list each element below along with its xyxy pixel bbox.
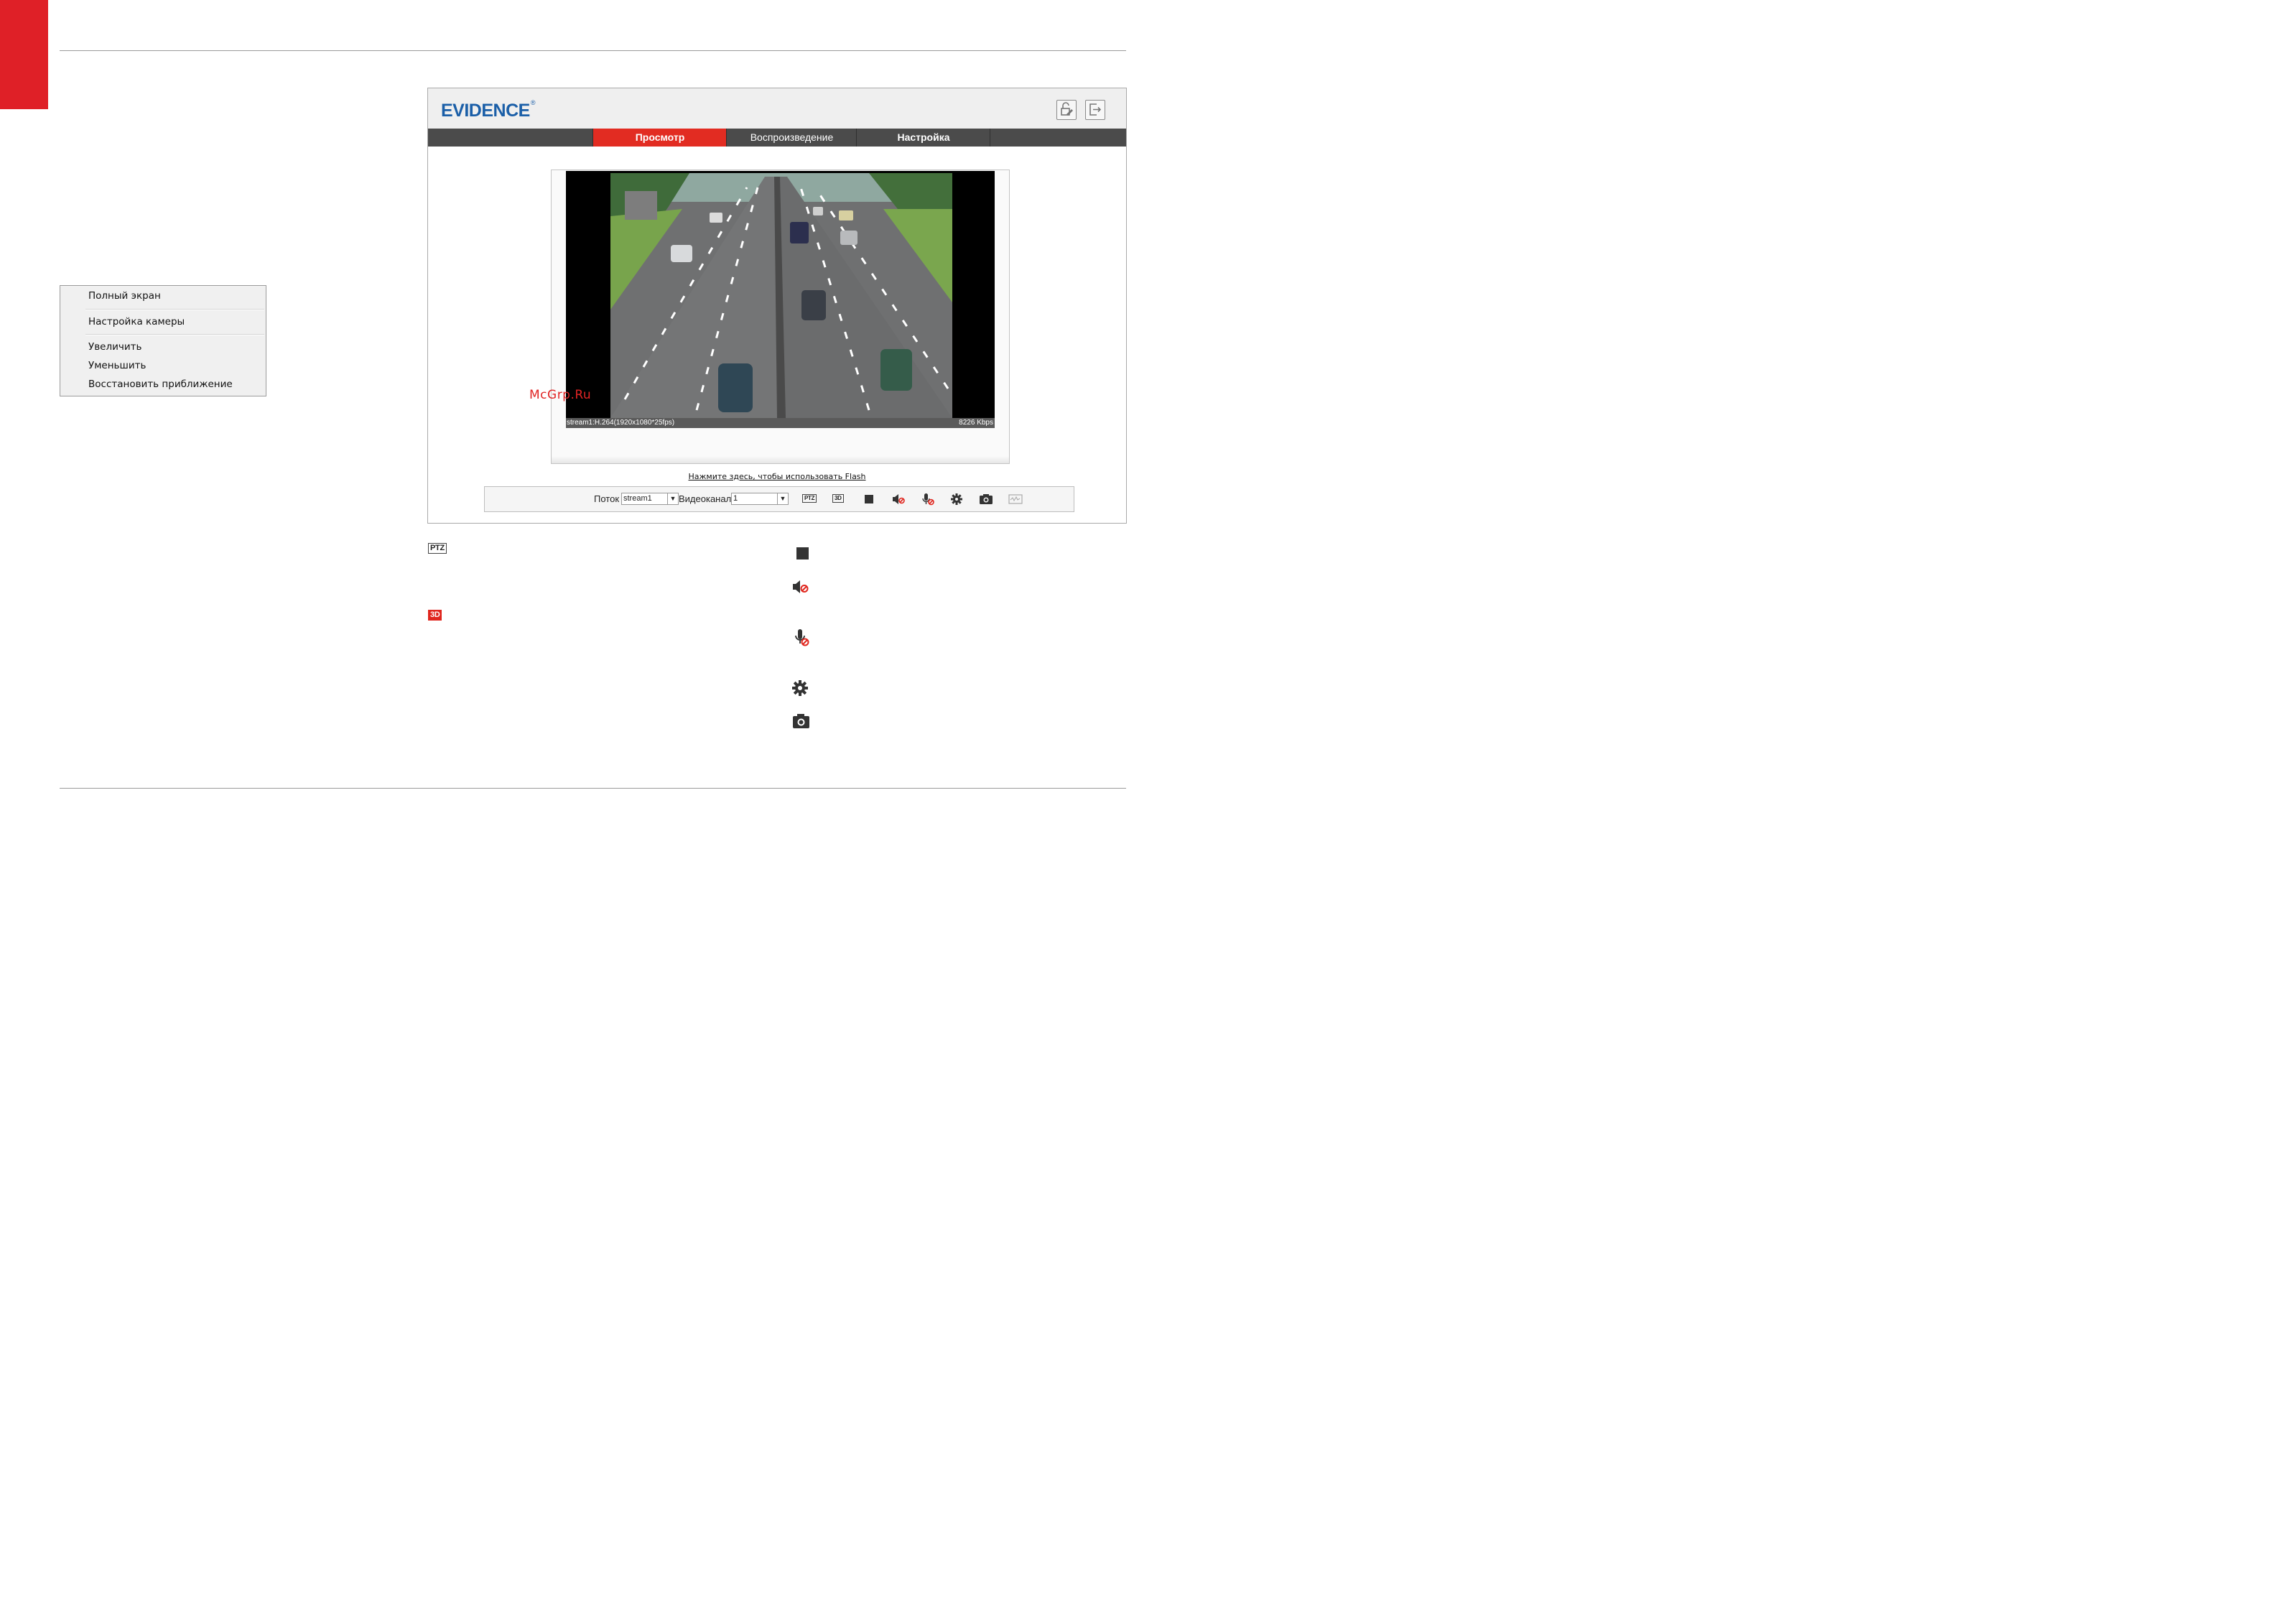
menu-item-zoom-in[interactable]: Увеличить [88,341,141,353]
watermark: McGrp.Ru [529,388,592,402]
menu-separator [85,309,264,310]
speaker-muted-icon [791,576,817,598]
stop-icon[interactable] [861,493,877,506]
3d-zoom-icon[interactable]: 3D [832,493,848,506]
stream-select[interactable]: stream1 ▼ [621,493,679,505]
menu-item-camera-settings[interactable]: Настройка камеры [88,316,185,328]
chevron-down-icon: ▼ [667,493,678,504]
tab-live-view[interactable]: Просмотр [592,129,727,147]
gear-icon [791,677,817,699]
bottom-divider [60,788,1126,789]
use-flash-link[interactable]: Нажмите здесь, чтобы использовать Flash [428,472,1126,481]
waveform-icon[interactable] [1008,493,1023,506]
menu-item-reset-zoom[interactable]: Восстановить приближение [88,379,233,390]
3d-zoom-icon: 3D [426,605,452,627]
ptz-icon[interactable]: PTZ [802,493,818,506]
red-corner-tab [0,0,48,109]
microphone-muted-icon [791,628,817,649]
tab-settings[interactable]: Настройка [856,129,990,147]
nav-spacer [990,129,1126,147]
speaker-muted-icon[interactable] [891,493,906,506]
camera-snapshot-icon [791,711,817,733]
context-menu: Полный экран Настройка камеры Увеличить … [60,285,266,396]
lock-icon[interactable] [1056,100,1077,120]
channel-select[interactable]: 1 ▼ [731,493,789,505]
chevron-down-icon: ▼ [777,493,788,504]
evidence-logo: EVIDENCE® [441,99,535,121]
microphone-muted-icon[interactable] [920,493,936,506]
tab-playback[interactable]: Воспроизведение [726,129,857,147]
video-container: stream1:H.264(1920x1080*25fps) 8226 Kbps [551,170,1010,464]
ptz-icon: PTZ [426,537,452,559]
stream-label: Поток [594,493,620,504]
menu-item-fullscreen[interactable]: Полный экран [88,290,161,302]
stream-status-bar: stream1:H.264(1920x1080*25fps) 8226 Kbps [566,418,995,428]
video-box-footer [552,456,1009,463]
top-divider [60,50,1126,51]
bitrate: 8226 Kbps [959,419,993,427]
channel-label: Видеоканал [679,493,732,504]
header-bar: EVIDENCE® [428,88,1126,129]
main-nav: Просмотр Воспроизведение Настройка [428,129,1126,147]
live-toolbar: Поток stream1 ▼ Видеоканал 1 ▼ PTZ 3D [484,486,1074,512]
menu-item-zoom-out[interactable]: Уменьшить [88,360,146,371]
stop-icon [791,543,817,565]
gear-icon[interactable] [949,493,965,506]
live-video[interactable] [566,171,995,418]
stream-info: stream1:H.264(1920x1080*25fps) [567,419,675,427]
logout-icon[interactable] [1085,100,1105,120]
menu-separator [85,334,264,335]
camera-web-ui: EVIDENCE® Просмотр Воспроизведение Настр… [427,88,1127,524]
camera-snapshot-icon[interactable] [978,493,994,506]
